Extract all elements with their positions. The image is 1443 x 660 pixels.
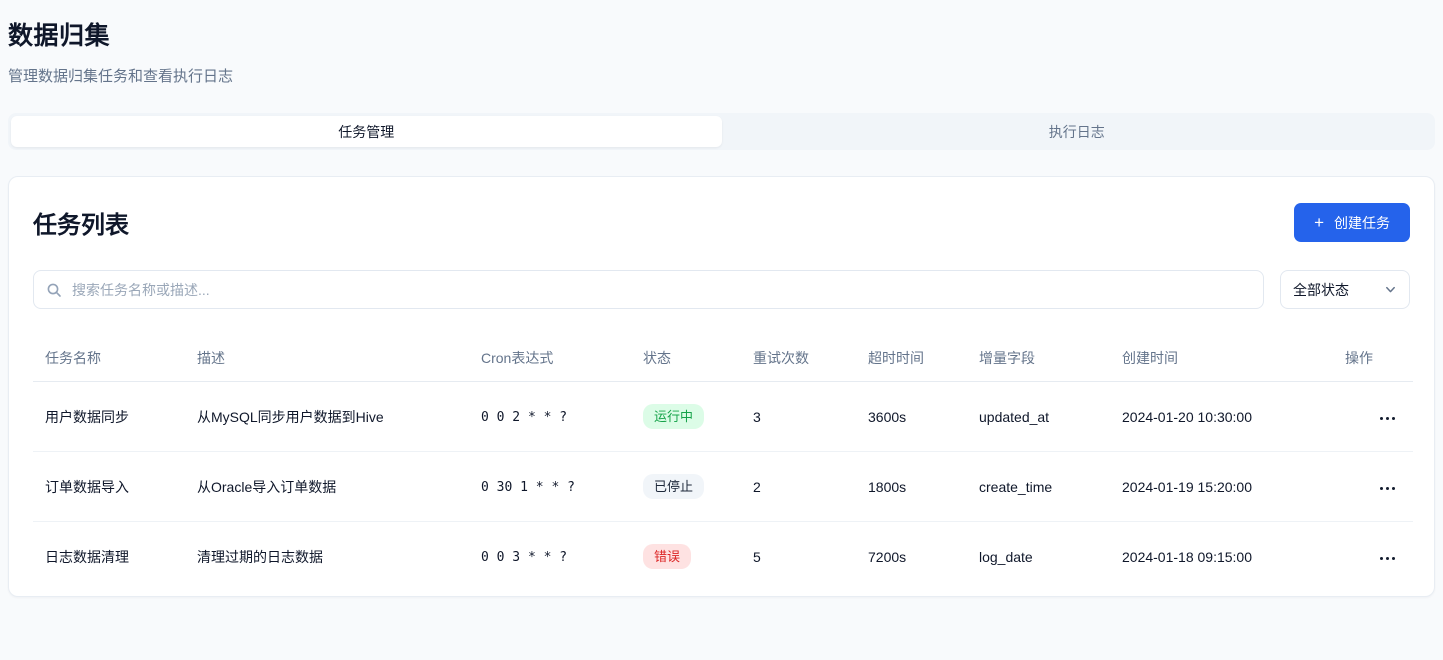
more-actions-button[interactable] (1376, 551, 1399, 566)
cell-retries: 5 (741, 522, 856, 592)
cell-task-name: 订单数据导入 (33, 452, 185, 522)
cell-description: 清理过期的日志数据 (185, 522, 469, 592)
cell-incremental-field: log_date (967, 522, 1110, 592)
more-actions-button[interactable] (1376, 411, 1399, 426)
column-header-timeout: 超时时间 (856, 335, 967, 382)
cell-task-name: 用户数据同步 (33, 382, 185, 452)
search-input[interactable] (72, 282, 1251, 298)
cell-task-name: 日志数据清理 (33, 522, 185, 592)
status-filter-value: 全部状态 (1293, 280, 1349, 300)
chevron-down-icon (1384, 283, 1397, 296)
ellipsis-icon (1380, 417, 1383, 420)
cell-timeout: 3600s (856, 382, 967, 452)
cell-incremental-field: create_time (967, 452, 1110, 522)
cell-retries: 2 (741, 452, 856, 522)
column-header-cron: Cron表达式 (469, 335, 631, 382)
filter-row: 全部状态 (33, 270, 1410, 309)
cell-created-at: 2024-01-18 09:15:00 (1110, 522, 1333, 592)
cell-description: 从MySQL同步用户数据到Hive (185, 382, 469, 452)
tab-task-management[interactable]: 任务管理 (11, 116, 722, 147)
page-subtitle: 管理数据归集任务和查看执行日志 (8, 65, 1435, 86)
search-icon (46, 282, 62, 298)
column-header-created: 创建时间 (1110, 335, 1333, 382)
cell-cron: 0 0 3 * * ? (481, 550, 567, 565)
column-header-name: 任务名称 (33, 335, 185, 382)
cell-cron: 0 0 2 * * ? (481, 410, 567, 425)
column-header-actions: 操作 (1333, 335, 1413, 382)
cell-timeout: 1800s (856, 452, 967, 522)
status-filter-select[interactable]: 全部状态 (1280, 270, 1410, 309)
cell-cron: 0 30 1 * * ? (481, 480, 575, 495)
task-list-card: 任务列表 + 创建任务 全部状态 (8, 176, 1435, 597)
status-badge: 已停止 (643, 474, 704, 499)
cell-timeout: 7200s (856, 522, 967, 592)
table-row: 用户数据同步 从MySQL同步用户数据到Hive 0 0 2 * * ? 运行中… (33, 382, 1413, 452)
search-box (33, 270, 1264, 309)
column-header-incremental: 增量字段 (967, 335, 1110, 382)
more-actions-button[interactable] (1376, 481, 1399, 496)
status-badge: 错误 (643, 544, 691, 569)
task-table: 任务名称 描述 Cron表达式 状态 重试次数 超时时间 增量字段 创建时间 操… (33, 335, 1413, 591)
column-header-description: 描述 (185, 335, 469, 382)
table-row: 订单数据导入 从Oracle导入订单数据 0 30 1 * * ? 已停止 2 … (33, 452, 1413, 522)
table-row: 日志数据清理 清理过期的日志数据 0 0 3 * * ? 错误 5 7200s … (33, 522, 1413, 592)
ellipsis-icon (1380, 557, 1383, 560)
cell-description: 从Oracle导入订单数据 (185, 452, 469, 522)
plus-icon: + (1314, 214, 1324, 231)
page-title: 数据归集 (8, 16, 1435, 52)
ellipsis-icon (1380, 487, 1383, 490)
cell-retries: 3 (741, 382, 856, 452)
page: 数据归集 管理数据归集任务和查看执行日志 任务管理 执行日志 任务列表 + 创建… (0, 0, 1443, 597)
create-task-label: 创建任务 (1334, 213, 1390, 233)
tab-bar: 任务管理 执行日志 (8, 113, 1435, 150)
column-header-status: 状态 (631, 335, 741, 382)
card-title: 任务列表 (33, 205, 129, 240)
cell-created-at: 2024-01-20 10:30:00 (1110, 382, 1333, 452)
table-header-row: 任务名称 描述 Cron表达式 状态 重试次数 超时时间 增量字段 创建时间 操… (33, 335, 1413, 382)
tab-execution-logs[interactable]: 执行日志 (722, 116, 1433, 147)
card-header: 任务列表 + 创建任务 (33, 203, 1410, 242)
cell-created-at: 2024-01-19 15:20:00 (1110, 452, 1333, 522)
column-header-retries: 重试次数 (741, 335, 856, 382)
cell-incremental-field: updated_at (967, 382, 1110, 452)
create-task-button[interactable]: + 创建任务 (1294, 203, 1410, 242)
status-badge: 运行中 (643, 404, 704, 429)
